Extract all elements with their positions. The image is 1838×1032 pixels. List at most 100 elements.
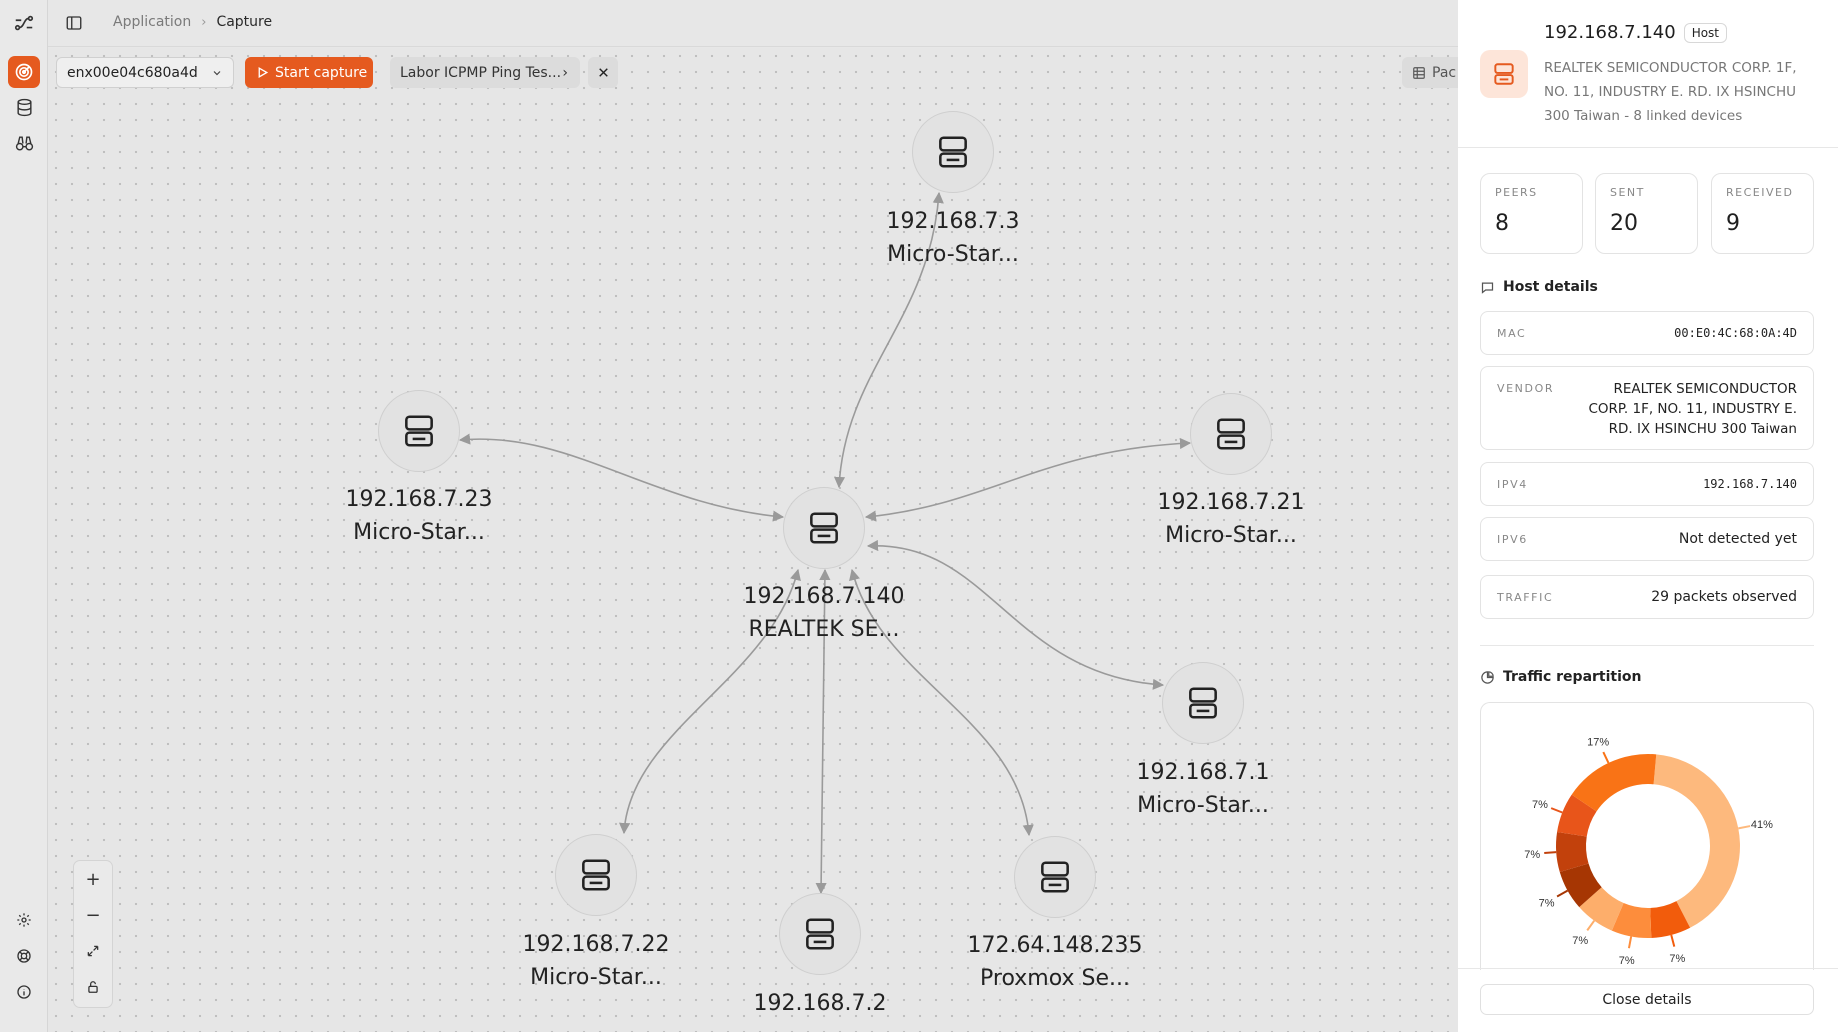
host-icon [810, 512, 838, 544]
node-ip: 172.64.148.235 [967, 933, 1143, 958]
label-leader-line [1602, 751, 1610, 764]
label-leader-line [1627, 936, 1633, 949]
donut-data-label: 7% [1572, 935, 1588, 947]
divider [1458, 147, 1838, 148]
label-leader-line [1586, 920, 1596, 931]
preset-label: Labor ICPMP Ping Tes... [400, 64, 562, 81]
node-label: 172.64.148.235 Proxmox Se... [945, 929, 1165, 995]
lock-icon [88, 981, 98, 993]
settings-gear-icon[interactable] [8, 904, 40, 936]
filter-preset-button[interactable]: Labor ICPMP Ping Tes... › [390, 57, 580, 88]
node-label: 192.168.7.1 Micro-Star... [1093, 756, 1313, 822]
label-leader-line [1670, 934, 1676, 947]
chevron-right-icon: › [562, 64, 568, 81]
details-subtitle: REALTEK SEMICONDUCTOR CORP. 1F, NO. 11, … [1544, 60, 1797, 124]
node-192-168-7-1[interactable] [1162, 662, 1244, 744]
section-label: Host details [1503, 279, 1598, 295]
divider [1480, 645, 1814, 646]
row-key: TRAFFIC [1497, 590, 1554, 604]
node-label: 192.168.7.23 Micro-Star... [309, 483, 529, 549]
traffic-donut-chart: 41% 7% 7% 7% 7% 7% 7% 17% [1524, 736, 1773, 967]
node-ip: 192.168.7.3 [886, 209, 1020, 234]
zoom-in-button[interactable]: + [74, 861, 112, 897]
stat-value: 8 [1495, 211, 1509, 236]
row-value: 29 packets observed [1651, 589, 1797, 605]
host-details-heading: Host details [1480, 279, 1598, 295]
message-square-icon [1481, 282, 1494, 294]
node-192-168-7-21[interactable] [1190, 393, 1272, 475]
interface-select[interactable]: enx00e04c680a4d [56, 57, 234, 88]
section-label: Traffic repartition [1503, 669, 1642, 685]
help-lifebuoy-icon[interactable] [8, 940, 40, 972]
breadcrumb-capture: Capture [216, 14, 273, 30]
label-leader-line [1556, 889, 1569, 898]
close-details-label: Close details [1602, 991, 1692, 1008]
node-vendor: Proxmox Se... [980, 966, 1130, 991]
node-172-64-148-235[interactable] [1014, 836, 1096, 918]
start-capture-button[interactable]: Start capture [245, 57, 373, 88]
top-header: Application › Capture [48, 0, 1458, 47]
donut-data-label: 7% [1532, 799, 1548, 811]
details-title: 192.168.7.140 Host [1544, 22, 1728, 43]
row-value: 00:E0:4C:68:0A:4D [1674, 326, 1797, 340]
binoculars-icon[interactable] [8, 127, 40, 159]
node-ip: 192.168.7.140 [743, 584, 905, 609]
host-icon [1480, 50, 1528, 98]
node-label: 192.168.7.3 Micro-Star... [843, 205, 1063, 271]
row-value: 192.168.7.140 [1703, 477, 1797, 491]
close-icon [598, 68, 608, 77]
node-vendor: Micro-Star... [887, 242, 1019, 267]
node-192-168-7-22[interactable] [555, 834, 637, 916]
donut-slice[interactable] [1571, 754, 1657, 812]
fit-view-button[interactable] [74, 933, 112, 969]
node-192-168-7-23[interactable] [378, 390, 460, 472]
host-icon [1217, 418, 1245, 450]
node-vendor: Micro-Star... [353, 520, 485, 545]
donut-data-label: 41% [1751, 819, 1773, 831]
packets-view-button[interactable]: Pac [1402, 57, 1458, 88]
detail-row-mac: MAC 00:E0:4C:68:0A:4D [1480, 311, 1814, 355]
capture-radar-icon[interactable] [8, 56, 40, 88]
host-icon [1041, 861, 1069, 893]
host-badge: Host [1683, 22, 1728, 43]
row-key: VENDOR [1497, 382, 1555, 395]
close-details-button[interactable]: Close details [1480, 984, 1814, 1015]
zoom-out-button[interactable]: − [74, 897, 112, 933]
row-value: Not detected yet [1678, 531, 1797, 547]
label-leader-line [1544, 851, 1557, 854]
donut-data-label: 7% [1619, 955, 1635, 967]
breadcrumb-application[interactable]: Application [113, 14, 191, 30]
logo-icon[interactable] [8, 7, 40, 39]
traffic-chart-card: 41% 7% 7% 7% 7% 7% 7% 17% [1480, 702, 1814, 970]
detail-row-vendor: VENDOR REALTEK SEMICONDUCTOR CORP. 1F, N… [1480, 366, 1814, 450]
host-icon [405, 415, 433, 447]
stat-peers: PEERS 8 [1480, 173, 1583, 254]
details-panel: 192.168.7.140 Host REALTEK SEMICONDUCTOR… [1458, 0, 1838, 1032]
interface-value: enx00e04c680a4d [67, 64, 198, 81]
node-label: 192.168.7.140 REALTEK SE... [714, 580, 934, 646]
info-icon[interactable] [8, 976, 40, 1008]
expand-icon [87, 945, 99, 957]
donut-data-label: 7% [1669, 953, 1685, 965]
node-ip: 192.168.7.2 [753, 991, 887, 1016]
node-192-168-7-3[interactable] [912, 111, 994, 193]
node-ip: 192.168.7.23 [345, 487, 493, 512]
stat-received: RECEIVED 9 [1711, 173, 1814, 254]
start-capture-label: Start capture [275, 64, 368, 81]
donut-data-label: 17% [1587, 736, 1609, 748]
database-icon[interactable] [8, 91, 40, 123]
details-ip: 192.168.7.140 [1544, 22, 1676, 43]
zoom-controls: + − [73, 860, 113, 1008]
breadcrumb: Application › Capture [113, 14, 272, 30]
sidebar-toggle-icon[interactable] [65, 14, 83, 36]
lock-button[interactable] [74, 969, 112, 1005]
node-192-168-7-2[interactable] [779, 893, 861, 975]
node-192-168-7-140[interactable] [783, 487, 865, 569]
node-ip: 192.168.7.1 [1136, 760, 1270, 785]
play-icon [258, 67, 269, 78]
node-vendor: Micro-Star... [1165, 523, 1297, 548]
clear-preset-button[interactable] [588, 57, 618, 88]
left-rail [0, 0, 48, 1032]
traffic-heading: Traffic repartition [1480, 669, 1642, 685]
donut-slice[interactable] [1653, 754, 1740, 928]
